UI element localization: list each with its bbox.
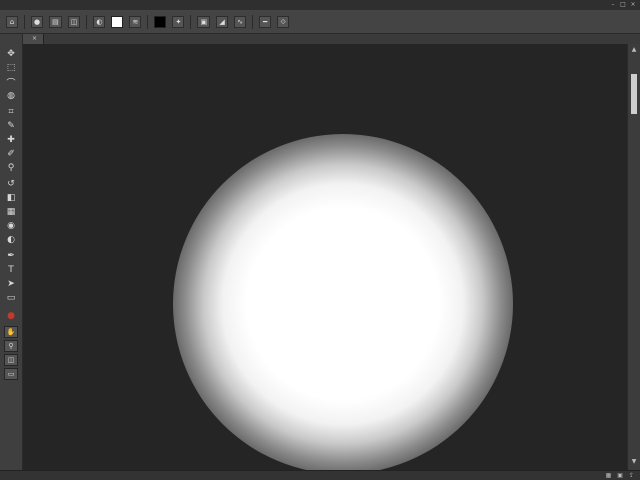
pen-tool-icon[interactable]: ✒ bbox=[4, 250, 18, 262]
type-tool-icon[interactable]: T bbox=[4, 264, 18, 276]
flow-icon[interactable]: ≋ bbox=[129, 15, 142, 28]
smoothing-icon[interactable]: ∿ bbox=[234, 15, 247, 28]
workspace-icon[interactable]: ▣ bbox=[617, 472, 623, 479]
divider bbox=[147, 14, 149, 29]
gradient-tool-icon[interactable]: ▦ bbox=[4, 206, 18, 218]
zoom-tool-icon[interactable]: ⚲ bbox=[4, 340, 18, 352]
angle-icon[interactable]: ◢ bbox=[216, 15, 229, 28]
healing-tool-icon[interactable]: ✚ bbox=[4, 134, 18, 146]
close-icon[interactable]: × bbox=[630, 2, 636, 8]
path-select-tool-icon[interactable]: ➤ bbox=[4, 278, 18, 290]
stamp-tool-icon[interactable]: ⚲ bbox=[4, 162, 18, 174]
mode-icon[interactable]: ▤ bbox=[49, 15, 62, 28]
opacity-icon[interactable]: ◐ bbox=[93, 15, 106, 28]
document-tab[interactable]: × bbox=[22, 34, 45, 44]
crop-tool-icon[interactable]: ⌗ bbox=[4, 106, 18, 118]
maximize-icon[interactable]: □ bbox=[620, 2, 626, 8]
foreground-swatch[interactable] bbox=[111, 15, 124, 28]
blur-tool-icon[interactable]: ◉ bbox=[4, 220, 18, 232]
radial-glow bbox=[173, 134, 513, 470]
symmetry-icon[interactable]: ⟐ bbox=[277, 15, 290, 28]
document-canvas[interactable] bbox=[23, 44, 627, 470]
quick-select-tool-icon[interactable]: ◍ bbox=[4, 90, 18, 102]
lasso-tool-icon[interactable]: ⌒ bbox=[4, 76, 18, 89]
minimize-icon[interactable]: – bbox=[610, 2, 616, 8]
status-bar: ▦ ▣ ⇪ bbox=[0, 470, 640, 480]
share-icon[interactable]: ⇪ bbox=[629, 472, 634, 479]
hand-tool-icon[interactable]: ✋ bbox=[4, 326, 18, 338]
menu-bar: – □ × bbox=[0, 0, 640, 10]
blend-icon[interactable]: ◫ bbox=[67, 15, 81, 28]
vertical-scrollbar[interactable]: ▲ ▼ bbox=[627, 44, 640, 470]
divider bbox=[24, 14, 25, 29]
airbrush-icon[interactable]: ✦ bbox=[172, 15, 185, 28]
size-slider-icon[interactable]: ━ bbox=[259, 15, 272, 28]
color-picker-icon[interactable]: ● bbox=[4, 310, 18, 322]
shape-tool-icon[interactable]: ▭ bbox=[4, 292, 18, 304]
arrange-icon[interactable]: ▦ bbox=[606, 472, 612, 479]
divider bbox=[190, 14, 192, 29]
scroll-thumb[interactable] bbox=[631, 74, 637, 114]
divider bbox=[86, 14, 88, 29]
brush-tool-icon[interactable]: ✐ bbox=[4, 148, 18, 160]
eyedropper-tool-icon[interactable]: ✎ bbox=[4, 120, 18, 132]
eraser-tool-icon[interactable]: ◧ bbox=[4, 192, 18, 204]
document-tab-bar: × bbox=[22, 34, 640, 44]
marquee-tool-icon[interactable]: ⬚ bbox=[4, 62, 18, 74]
brush-preset-icon[interactable]: ● bbox=[31, 15, 44, 28]
pressure-icon[interactable]: ▣ bbox=[197, 15, 211, 28]
background-swatch[interactable] bbox=[154, 15, 167, 28]
window-controls: – □ × bbox=[610, 2, 640, 8]
history-brush-tool-icon[interactable]: ↺ bbox=[4, 178, 18, 190]
tab-close-icon[interactable]: × bbox=[32, 35, 37, 42]
divider bbox=[252, 14, 254, 29]
status-icons: ▦ ▣ ⇪ bbox=[606, 472, 640, 479]
move-tool-icon[interactable]: ✥ bbox=[4, 48, 18, 60]
scroll-up-icon[interactable]: ▲ bbox=[630, 46, 638, 54]
scroll-down-icon[interactable]: ▼ bbox=[630, 458, 638, 466]
screen-mode-icon[interactable]: ▭ bbox=[4, 368, 18, 380]
home-icon[interactable]: ⌂ bbox=[6, 15, 18, 28]
toolbox: ✥ ⬚ ⌒ ◍ ⌗ ✎ ✚ ✐ ⚲ ↺ ◧ ▦ ◉ ◐ ✒ T ➤ ▭ ● ✋ … bbox=[0, 34, 23, 470]
dodge-tool-icon[interactable]: ◐ bbox=[4, 234, 18, 246]
options-bar: ⌂ ● ▤ ◫ ◐ ≋ ✦ ▣ ◢ ∿ ━ ⟐ bbox=[0, 10, 640, 34]
quick-mask-icon[interactable]: ◫ bbox=[4, 354, 18, 366]
